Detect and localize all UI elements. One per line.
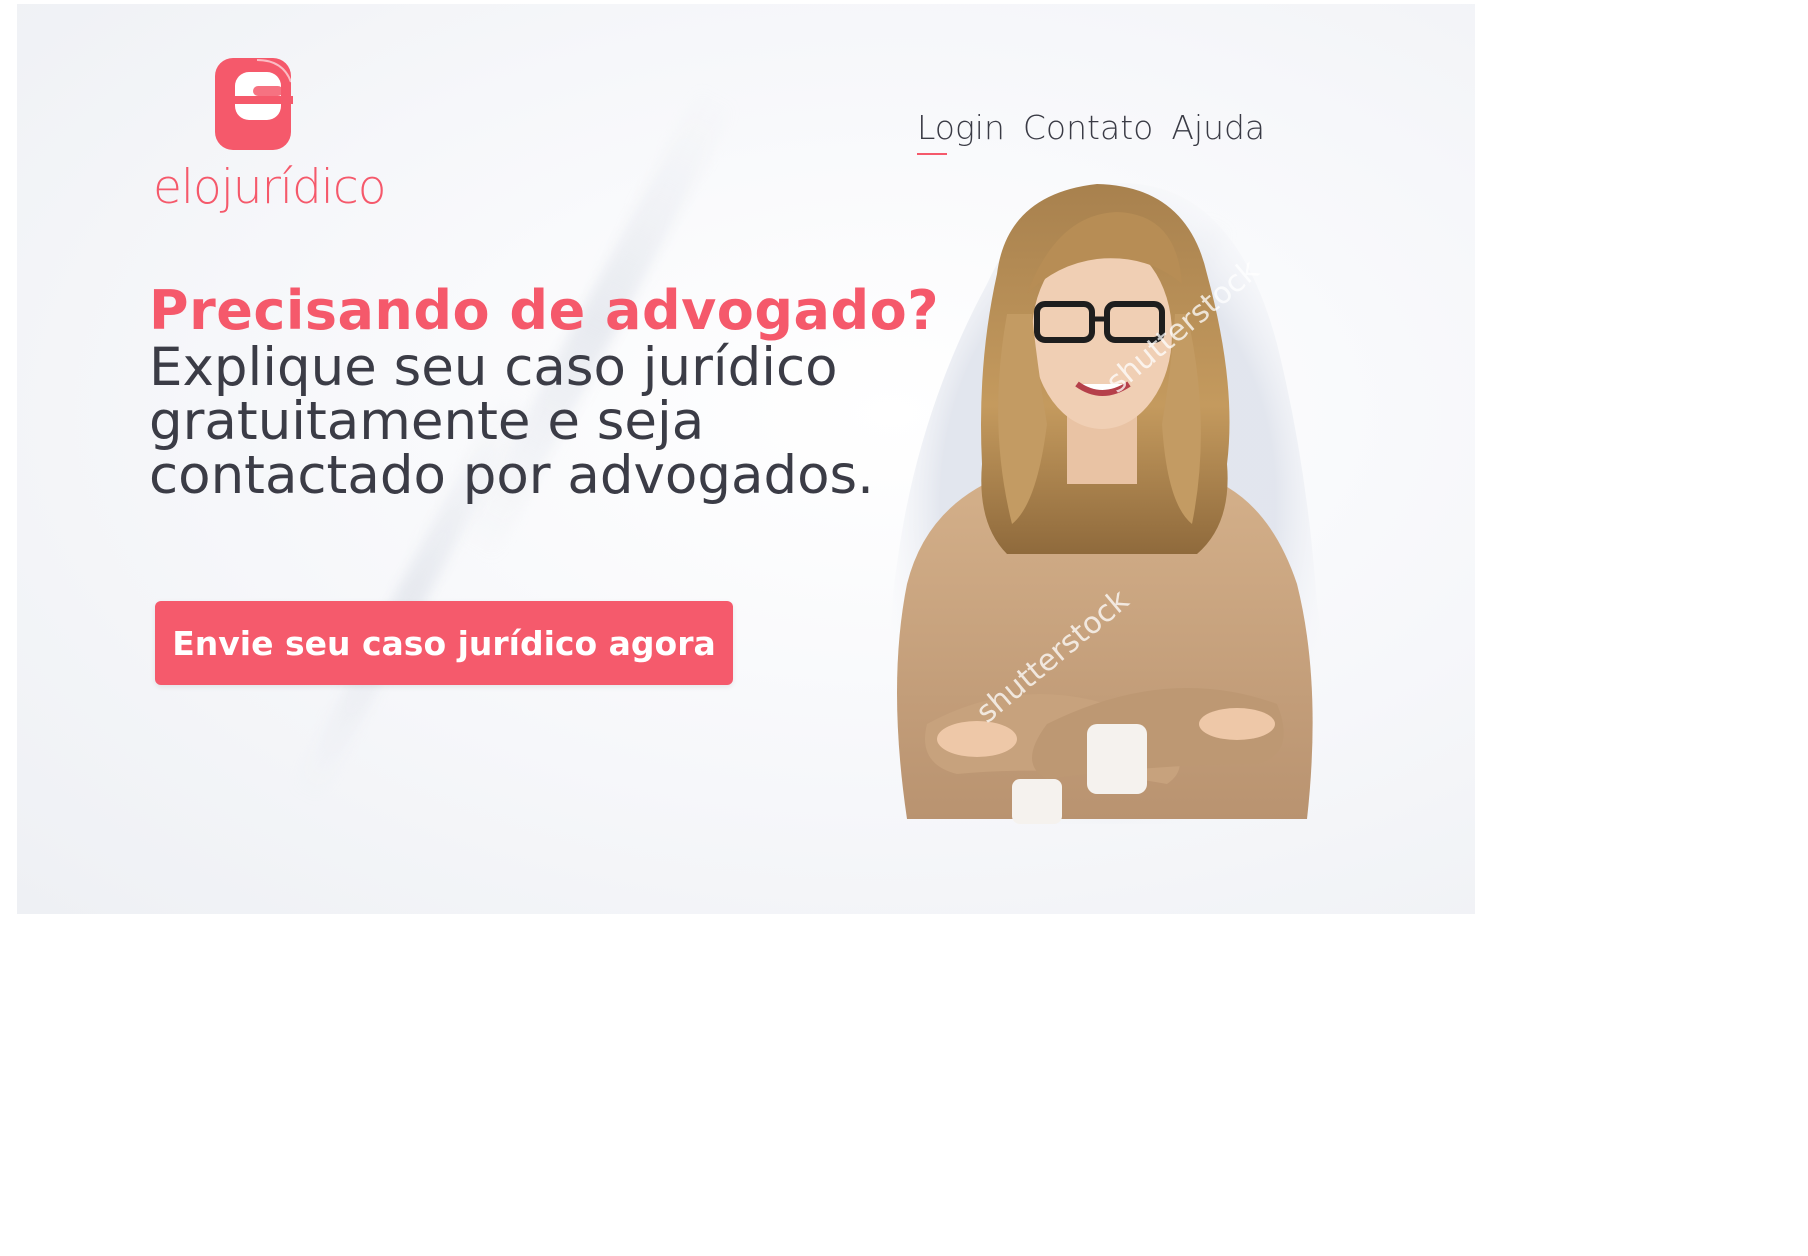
submit-case-button[interactable]: Envie seu caso jurídico agora	[155, 601, 733, 685]
hero-headline: Precisando de advogado? Explique seu cas…	[149, 279, 940, 506]
headline-subtitle-line: gratuitamente e seja	[149, 391, 705, 452]
headline-subtitle-line: Explique seu caso jurídico	[149, 337, 838, 398]
nav-ajuda[interactable]: Ajuda	[1171, 108, 1265, 147]
logo[interactable]: elojurídico	[153, 56, 386, 226]
lawyer-photo: shutterstock shutterstock	[891, 183, 1325, 825]
nav-contato[interactable]: Contato	[1023, 108, 1153, 147]
nav-login[interactable]: Login	[917, 108, 1005, 155]
logo-text: elojurídico	[153, 160, 386, 215]
headline-title: Precisando de advogado?	[149, 279, 940, 342]
hero-section: elojurídico Login Contato Ajuda Precisan…	[17, 4, 1475, 914]
logo-mark-icon	[215, 58, 293, 150]
top-nav: Login Contato Ajuda	[917, 108, 1265, 155]
headline-subtitle-line: contactado por advogados.	[149, 445, 874, 506]
